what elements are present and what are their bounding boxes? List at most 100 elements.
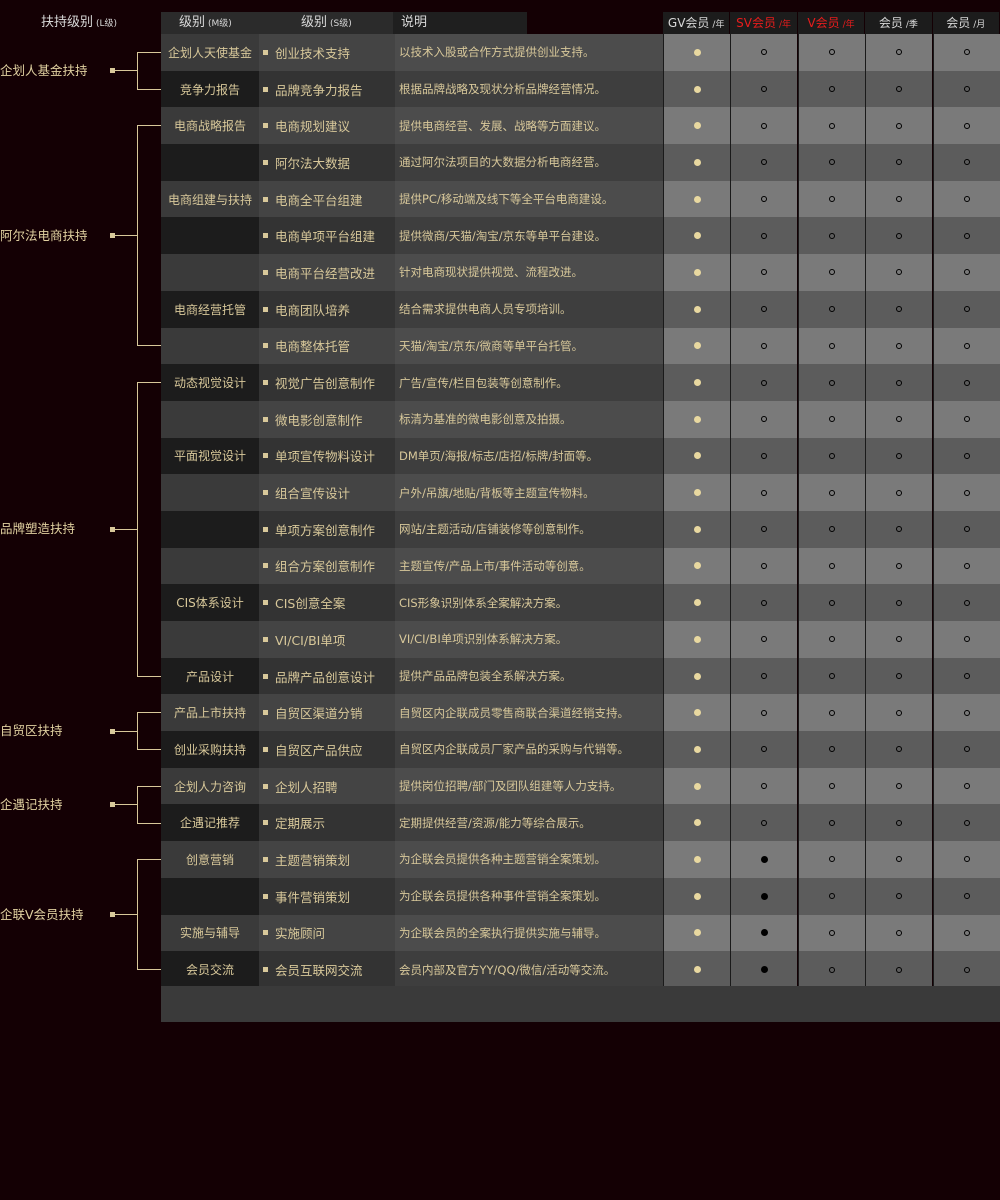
bracket-tick (137, 382, 161, 384)
square-bullet-icon (263, 233, 268, 239)
square-bullet-icon (263, 967, 268, 973)
open-circle-icon (896, 966, 903, 973)
description-cell: 标清为基准的微电影创意及拍摄。 (395, 400, 663, 438)
open-circle-icon (828, 673, 835, 680)
square-bullet-icon (263, 856, 268, 862)
connector-line (115, 730, 137, 732)
s-level-label: 主题营销策划 (275, 852, 351, 868)
table-row: 单项方案创意制作 网站/主题活动/店铺装修等创意制作。 (161, 510, 1000, 548)
square-bullet-icon (263, 49, 268, 55)
table-row: 电商整体托管 天猫/淘宝/京东/微商等单平台托管。 (161, 327, 1000, 365)
description-cell: 主题宣传/产品上市/事件活动等创意。 (395, 547, 663, 585)
open-circle-icon (963, 232, 970, 239)
s-level-label: 视觉广告创意制作 (275, 376, 376, 392)
bracket-line (137, 382, 138, 677)
open-circle-icon (963, 196, 970, 203)
table-row: 企划人天使基金 创业技术支持 以技术入股或合作方式提供创业支持。 (161, 34, 1000, 71)
table-row: 电商战略报告 电商规划建议 提供电商经营、发展、战略等方面建议。 (161, 107, 1000, 145)
bracket-line (137, 786, 138, 824)
filled-gold-dot-icon (693, 415, 701, 423)
bracket-tick (137, 785, 161, 787)
square-bullet-icon (263, 636, 268, 642)
member-header-unit: /季 (905, 20, 918, 30)
member-cell-2 (797, 584, 865, 621)
member-cell-0 (663, 767, 730, 805)
m-level-cell (161, 510, 259, 548)
member-cell-2 (797, 180, 865, 218)
open-circle-icon (761, 746, 768, 753)
s-level-label: 品牌产品创意设计 (275, 669, 376, 685)
table-row: 电商组建与扶持 电商全平台组建 提供PC/移动端及线下等全平台电商建设。 (161, 180, 1000, 218)
open-circle-icon (761, 159, 768, 166)
member-cell-1 (730, 510, 798, 548)
open-circle-icon (963, 49, 970, 56)
filled-gold-dot-icon (693, 819, 701, 827)
member-cell-2 (797, 290, 865, 328)
member-cell-2 (797, 694, 865, 732)
member-cell-4 (932, 107, 1000, 145)
member-cell-3 (865, 107, 933, 145)
s-level-label: 实施顾问 (275, 926, 326, 942)
description-cell: 提供产品品牌包装全系解决方案。 (395, 657, 663, 695)
square-bullet-icon (263, 490, 268, 496)
square-bullet-icon (263, 453, 268, 459)
bracket-tick (137, 345, 161, 347)
member-cell-1 (730, 841, 798, 878)
member-cell-0 (663, 914, 730, 952)
bracket-line (137, 712, 138, 750)
l-level-label: 品牌塑造扶持 (0, 521, 76, 537)
m-level-cell: 电商组建与扶持 (161, 180, 259, 218)
square-bullet-icon (263, 416, 268, 422)
open-circle-icon (828, 489, 835, 496)
filled-gold-dot-icon (693, 379, 701, 387)
open-circle-icon (828, 196, 835, 203)
filled-gold-dot-icon (693, 452, 701, 460)
member-cell-3 (865, 914, 933, 952)
member-cell-1 (730, 180, 798, 218)
open-circle-icon (828, 929, 835, 936)
open-circle-icon (963, 819, 970, 826)
member-cell-2 (797, 877, 865, 915)
member-cell-0 (663, 437, 730, 475)
open-circle-icon (896, 819, 903, 826)
member-cell-2 (797, 144, 865, 181)
table-row: 组合方案创意制作 主题宣传/产品上市/事件活动等创意。 (161, 547, 1000, 585)
member-cell-2 (797, 364, 865, 401)
member-cell-0 (663, 180, 730, 218)
open-circle-icon (828, 599, 835, 606)
member-cell-3 (865, 180, 933, 218)
s-level-label: 电商规划建议 (275, 119, 351, 135)
filled-gold-dot-icon (693, 562, 701, 570)
filled-gold-dot-icon (693, 85, 701, 93)
filled-gold-dot-icon (693, 635, 701, 643)
open-circle-icon (896, 86, 903, 93)
member-cell-4 (932, 437, 1000, 475)
filled-gold-dot-icon (693, 782, 701, 790)
square-bullet-icon (263, 820, 268, 826)
s-level-header-sub: (S级) (330, 19, 352, 29)
m-level-cell (161, 474, 259, 511)
filled-gold-dot-icon (693, 122, 701, 130)
open-circle-icon (896, 306, 903, 313)
s-level-label: 会员互联网交流 (275, 963, 363, 979)
member-cell-0 (663, 290, 730, 328)
member-cell-0 (663, 694, 730, 732)
table-row: 微电影创意制作 标清为基准的微电影创意及拍摄。 (161, 400, 1000, 438)
member-cell-3 (865, 327, 933, 365)
open-circle-icon (896, 379, 903, 386)
open-circle-icon (896, 416, 903, 423)
open-circle-icon (896, 929, 903, 936)
square-bullet-icon (263, 343, 268, 349)
open-circle-icon (761, 416, 768, 423)
member-cell-4 (932, 400, 1000, 438)
description-cell: 提供微商/天猫/淘宝/京东等单平台建设。 (395, 217, 663, 255)
table-row: 创意营销 主题营销策划 为企联会员提供各种主题营销全案策划。 (161, 841, 1000, 878)
member-cell-4 (932, 180, 1000, 218)
filled-gold-dot-icon (693, 966, 701, 974)
member-cell-3 (865, 657, 933, 695)
member-cell-1 (730, 144, 798, 181)
square-bullet-icon (263, 673, 268, 679)
open-circle-icon (963, 783, 970, 790)
filled-gold-dot-icon (693, 268, 701, 276)
member-cell-3 (865, 217, 933, 255)
